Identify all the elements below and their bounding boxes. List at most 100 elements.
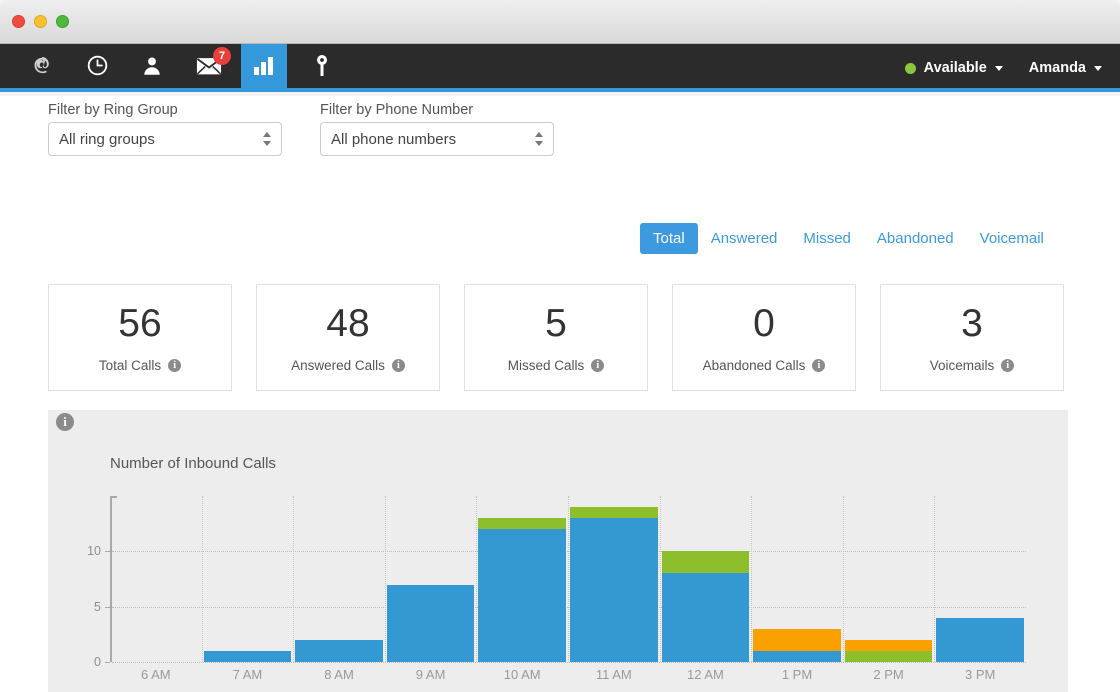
nav-tab-analytics[interactable]	[241, 44, 287, 92]
stat-card-label-row: Voicemails i	[930, 358, 1015, 373]
stat-card: 48 Answered Calls i	[256, 284, 440, 391]
stat-card: 0 Abandoned Calls i	[672, 284, 856, 391]
status-label: Available	[923, 60, 987, 76]
info-icon[interactable]: i	[391, 359, 405, 372]
stat-card: 56 Total Calls i	[48, 284, 232, 391]
bar-chart-icon	[253, 56, 275, 81]
chart-bar[interactable]	[295, 639, 383, 662]
ring-group-filter-label: Filter by Ring Group	[48, 102, 178, 118]
nav-tab-contacts[interactable]	[128, 44, 176, 92]
gridline	[112, 606, 1026, 608]
stat-card-label: Voicemails	[929, 358, 995, 373]
page-body: Filter by Ring Group All ring groups Fil…	[0, 96, 1120, 692]
x-axis-labels: 6 AM 7 AM 8 AM 9 AM 10 AM 11 AM 12 AM 1 PM 2 PM 3…	[110, 662, 1026, 692]
chevron-down-icon	[994, 65, 1003, 71]
y-axis-tick-mark	[105, 551, 110, 553]
window-minimize-button[interactable]	[34, 15, 47, 28]
chart-bar-segment-answered	[936, 617, 1024, 662]
x-axis-tick-label: 6 AM	[140, 667, 171, 682]
stat-card-value: 56	[118, 302, 162, 345]
metric-tab-missed[interactable]: Missed	[790, 223, 864, 254]
info-icon[interactable]: i	[812, 359, 826, 372]
stat-card-value: 5	[545, 302, 567, 345]
vertical-gridline	[293, 496, 295, 662]
stat-card-value: 0	[753, 302, 775, 345]
metric-tab-abandoned[interactable]: Abandoned	[864, 223, 967, 254]
ring-group-select[interactable]: All ring groups	[48, 122, 282, 156]
nav-tab-brand[interactable]	[18, 44, 66, 92]
chart-bar-segment-answered	[295, 639, 383, 662]
key-icon	[314, 54, 330, 83]
chart-info-icon[interactable]: i	[56, 413, 74, 431]
nav-tab-messages[interactable]: 7	[185, 44, 233, 92]
nav-tab-keys[interactable]	[298, 44, 346, 92]
chart-bar-segment-answered	[570, 518, 658, 662]
user-menu[interactable]: Amanda	[1029, 60, 1102, 76]
stat-card-label: Missed Calls	[507, 358, 585, 373]
select-stepper-icon	[263, 132, 272, 148]
chart-bar-segment-answered	[661, 573, 750, 662]
messages-unread-badge: 7	[213, 47, 231, 65]
vertical-gridline	[751, 496, 753, 662]
phone-number-select[interactable]: All phone numbers	[320, 122, 554, 156]
chart-bar-segment-answered	[203, 650, 292, 662]
stat-card-row: 56 Total Calls i 48 Answered Calls i 5 Missed C…	[48, 284, 1064, 391]
stat-card-label-row: Answered Calls i	[291, 358, 405, 373]
user-name: Amanda	[1028, 60, 1086, 76]
gridline	[112, 551, 1026, 553]
phone-number-filter-label: Filter by Phone Number	[320, 102, 474, 118]
x-axis-tick-label: 11 AM	[595, 667, 632, 682]
select-stepper-icon	[535, 132, 544, 148]
vertical-gridline	[659, 496, 661, 662]
stat-card-value: 3	[961, 302, 983, 345]
chart-bar[interactable]	[661, 551, 750, 662]
chart-bar-segment-answered	[386, 584, 475, 662]
y-axis-line	[110, 496, 112, 662]
info-icon[interactable]: i	[1001, 359, 1015, 372]
x-axis-tick-label: 10 AM	[503, 667, 541, 682]
y-axis-tick-mark	[105, 606, 110, 608]
info-icon[interactable]: i	[591, 359, 605, 372]
metric-tab-voicemail[interactable]: Voicemail	[967, 223, 1057, 254]
metric-tab-bar: Total Answered Missed Abandoned Voicemail	[640, 223, 1057, 254]
chart-bar[interactable]	[570, 507, 658, 662]
x-axis-tick-label: 3 PM	[965, 667, 996, 682]
stat-card-label: Total Calls	[98, 358, 162, 373]
window-close-button[interactable]	[12, 15, 25, 28]
vertical-gridline	[476, 496, 478, 662]
chart-bar[interactable]	[936, 617, 1024, 662]
metric-tab-total[interactable]: Total	[640, 223, 698, 254]
phone-number-select-value: All phone numbers	[331, 130, 457, 148]
stat-card-label-row: Missed Calls i	[508, 358, 605, 373]
info-icon[interactable]: i	[168, 359, 182, 372]
window-maximize-button[interactable]	[56, 15, 69, 28]
chart-bar[interactable]	[753, 628, 841, 662]
chart-bar-segment-missed	[844, 650, 933, 662]
stat-card-label-row: Abandoned Calls i	[703, 358, 826, 373]
y-axis-cap	[110, 496, 117, 498]
y-axis-tick-label: 5	[94, 599, 101, 614]
vertical-gridline	[842, 496, 844, 662]
stat-card: 5 Missed Calls i	[464, 284, 648, 391]
chart-bar-segment-voicemail	[844, 639, 933, 651]
chart-bar-segment-missed	[478, 518, 566, 530]
metric-tab-answered[interactable]: Answered	[698, 223, 791, 254]
chart-bar[interactable]	[386, 584, 475, 662]
chart-bar[interactable]	[203, 650, 292, 662]
status-dot-icon	[904, 62, 916, 74]
x-axis-tick-label: 12 AM	[686, 667, 724, 682]
status-menu[interactable]: Available	[904, 60, 1003, 76]
chart-bar[interactable]	[478, 518, 566, 662]
y-axis-tick-label: 0	[94, 655, 101, 669]
chart-bar-segment-voicemail	[753, 628, 841, 651]
x-axis-tick-label: 9 AM	[415, 667, 446, 682]
person-icon	[141, 55, 163, 82]
x-axis-tick-label: 8 AM	[324, 667, 354, 682]
clock-icon	[86, 54, 109, 82]
stat-card-label: Answered Calls	[291, 358, 385, 373]
app-navbar: 7 Available Amanda	[0, 44, 1120, 92]
nav-tab-history[interactable]	[73, 44, 121, 92]
stat-card-label: Abandoned Calls	[702, 358, 806, 373]
chart-plot-area: 0 5 10	[87, 496, 1026, 669]
chart-bar[interactable]	[844, 639, 933, 662]
